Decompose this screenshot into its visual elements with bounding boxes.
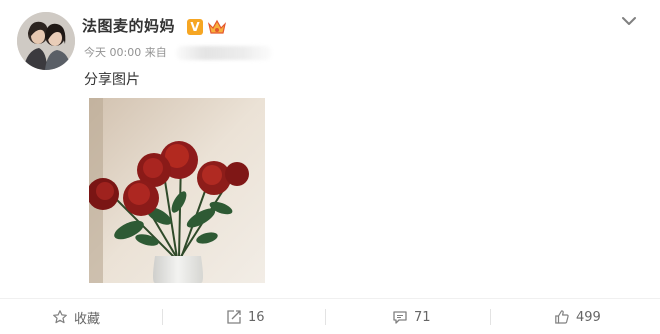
action-separator xyxy=(490,309,491,325)
source-prefix: 来自 xyxy=(144,46,167,59)
divider xyxy=(0,298,660,299)
repost-count: 16 xyxy=(248,309,265,325)
verified-badge-icon: V xyxy=(187,19,203,35)
favorite-button[interactable]: 收藏 xyxy=(52,304,100,330)
like-button[interactable]: 499 xyxy=(554,304,601,330)
action-separator xyxy=(162,309,163,325)
comment-count: 71 xyxy=(414,309,431,325)
share-icon xyxy=(227,310,241,324)
post-time[interactable]: 今天 00:00 xyxy=(84,46,141,59)
crown-badge-icon xyxy=(207,19,227,34)
chevron-down-icon[interactable] xyxy=(620,12,638,30)
weibo-post-card: 法图麦的妈妈 V 今天 00:00 来自 分享图片 收藏 16 71 499 xyxy=(0,0,660,334)
like-count: 499 xyxy=(576,309,601,325)
star-icon xyxy=(53,310,67,324)
action-separator xyxy=(325,309,326,325)
thumbs-up-icon xyxy=(555,310,569,324)
comment-icon xyxy=(393,311,407,324)
repost-button[interactable]: 16 xyxy=(226,304,265,330)
blurred-source-label xyxy=(176,46,272,60)
author-name[interactable]: 法图麦的妈妈 xyxy=(82,16,175,36)
avatar[interactable] xyxy=(17,12,75,70)
favorite-label: 收藏 xyxy=(74,311,101,327)
comment-button[interactable]: 71 xyxy=(392,304,431,330)
post-meta: 今天 00:00 来自 xyxy=(84,46,167,60)
post-text: 分享图片 xyxy=(84,72,140,88)
post-image[interactable] xyxy=(89,98,265,283)
